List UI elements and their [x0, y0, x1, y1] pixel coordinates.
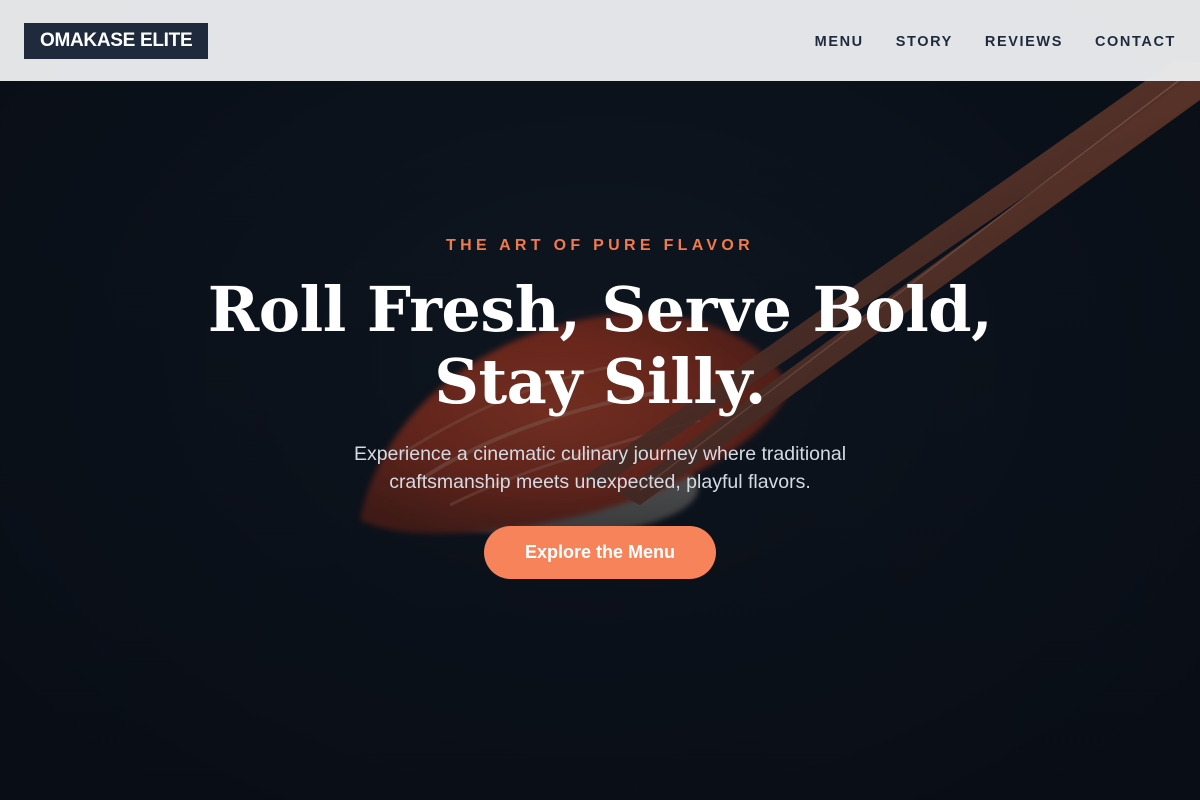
- landing-page: OMAKASE ELITE MENU STORY REVIEWS CONTACT…: [0, 0, 1200, 800]
- hero-subtitle: Experience a cinematic culinary journey …: [353, 443, 847, 493]
- hero-eyebrow: THE ART OF PURE FLAVOR: [446, 237, 754, 254]
- nav-item: STORY: [896, 31, 953, 50]
- hero-headline-line1: Roll Fresh, Serve Bold,: [207, 273, 993, 346]
- explore-menu-button[interactable]: Explore the Menu: [484, 526, 716, 579]
- brand-logo[interactable]: OMAKASE ELITE: [24, 22, 209, 59]
- hero-headline-line2: Stay Silly.: [434, 345, 766, 418]
- nav-link-story[interactable]: STORY: [896, 34, 953, 50]
- nav-link-menu[interactable]: MENU: [815, 34, 864, 50]
- hero-content: THE ART OF PURE FLAVOR Roll Fresh, Serve…: [0, 232, 1200, 579]
- nav-links: MENU STORY REVIEWS CONTACT: [815, 31, 1176, 50]
- hero-headline: Roll Fresh, Serve Bold, Stay Silly.: [150, 274, 1050, 418]
- nav-item: MENU: [815, 31, 864, 50]
- nav-item: REVIEWS: [985, 31, 1063, 50]
- nav-link-reviews[interactable]: REVIEWS: [985, 34, 1063, 50]
- top-navbar: OMAKASE ELITE MENU STORY REVIEWS CONTACT: [0, 0, 1200, 81]
- nav-item: CONTACT: [1095, 31, 1176, 50]
- nav-link-contact[interactable]: CONTACT: [1095, 34, 1176, 50]
